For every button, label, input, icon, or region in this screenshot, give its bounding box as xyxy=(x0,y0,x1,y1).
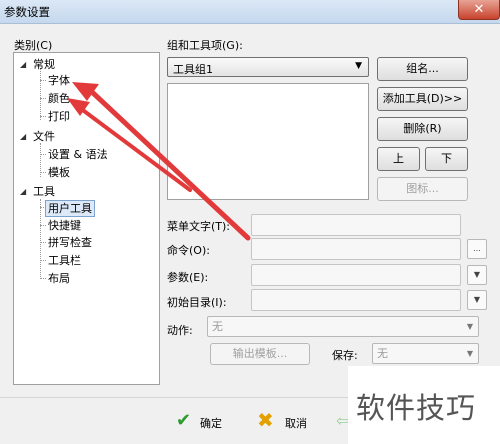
browse-command-button[interactable]: ... xyxy=(467,239,487,259)
tree-connector xyxy=(40,98,46,99)
tree-group-file[interactable]: 文件 xyxy=(33,129,55,144)
tree-group-tools[interactable]: 工具 xyxy=(33,184,55,199)
dropdown-arrow-icon: ▼ xyxy=(466,349,473,358)
tree-item-user-tools[interactable]: 用户工具 xyxy=(45,200,95,217)
tree-item-spellcheck[interactable]: 拼写检查 xyxy=(48,235,92,250)
toolset-select[interactable]: 工具组1 ▼ xyxy=(167,57,369,77)
tree-connector xyxy=(40,278,46,279)
init-dir-menu-arrow-icon[interactable]: ▼ xyxy=(467,290,487,310)
expand-triangle-icon[interactable]: ◢ xyxy=(20,57,26,72)
move-down-button[interactable]: 下 xyxy=(425,147,468,171)
tree-connector xyxy=(40,225,46,226)
tree-connector xyxy=(40,242,46,243)
icon-button[interactable]: 图标... xyxy=(377,177,468,201)
output-template-button[interactable]: 输出模板... xyxy=(210,343,310,365)
tree-item-syntax[interactable]: 设置 & 语法 xyxy=(48,147,108,162)
cancel-button[interactable]: 取消 xyxy=(285,415,307,431)
watermark-text: 软件技巧 xyxy=(356,391,477,425)
toolset-label: 组和工具项(G): xyxy=(167,39,243,52)
action-select[interactable]: 无 ▼ xyxy=(207,316,479,337)
tree-connector xyxy=(40,68,41,120)
init-dir-label: 初始目录(I): xyxy=(167,296,227,309)
save-label: 保存: xyxy=(332,349,358,362)
action-value: 无 xyxy=(212,320,223,333)
init-dir-input[interactable] xyxy=(251,289,461,311)
dropdown-arrow-icon: ▼ xyxy=(355,61,362,71)
tree-item-toolbar[interactable]: 工具栏 xyxy=(48,253,81,268)
tree-connector xyxy=(40,172,46,173)
tree-connector xyxy=(40,116,46,117)
save-value: 无 xyxy=(377,347,388,360)
checkmark-icon: ✔ xyxy=(176,410,192,431)
tree-connector xyxy=(40,80,46,81)
menu-text-input[interactable] xyxy=(251,214,461,236)
tree-connector xyxy=(40,154,46,155)
expand-triangle-icon[interactable]: ◢ xyxy=(20,184,26,199)
group-name-button[interactable]: 组名... xyxy=(377,57,468,81)
save-select[interactable]: 无 ▼ xyxy=(372,343,479,364)
params-menu-arrow-icon[interactable]: ▼ xyxy=(467,265,487,285)
delete-button[interactable]: 删除(R) xyxy=(377,117,468,141)
move-up-button[interactable]: 上 xyxy=(377,147,420,171)
tree-item-template[interactable]: 模板 xyxy=(48,165,70,180)
action-label: 动作: xyxy=(167,324,193,337)
dropdown-arrow-icon: ▼ xyxy=(466,322,473,331)
expand-triangle-icon[interactable]: ◢ xyxy=(20,129,26,144)
ok-button[interactable]: 确定 xyxy=(200,415,222,431)
tree-item-print[interactable]: 打印 xyxy=(48,109,70,124)
tree-connector xyxy=(40,199,41,279)
toolset-value: 工具组1 xyxy=(173,63,213,76)
tree-item-font[interactable]: 字体 xyxy=(48,73,70,88)
cross-icon: ✖ xyxy=(257,408,274,432)
add-tool-button[interactable]: 添加工具(D)>> xyxy=(377,87,468,111)
tool-list[interactable] xyxy=(167,83,369,200)
params-input[interactable] xyxy=(251,264,461,286)
menu-text-label: 菜单文字(T): xyxy=(167,220,231,233)
close-button[interactable]: ✕ xyxy=(458,0,500,20)
category-tree[interactable]: ◢ 常规 字体 颜色 打印 ◢ 文件 设置 & 语法 模板 ◢ 工具 用户工具 … xyxy=(13,52,160,385)
command-label: 命令(O): xyxy=(167,244,210,257)
command-input[interactable] xyxy=(251,238,461,260)
tree-group-general[interactable]: 常规 xyxy=(33,57,55,72)
params-label: 参数(E): xyxy=(167,271,209,284)
tree-item-layout[interactable]: 布局 xyxy=(48,271,70,286)
category-label: 类别(C) xyxy=(14,39,53,52)
tree-connector xyxy=(40,260,46,261)
window-title: 参数设置 xyxy=(4,5,50,19)
tree-item-color[interactable]: 颜色 xyxy=(48,91,70,106)
tree-item-shortcuts[interactable]: 快捷键 xyxy=(48,218,81,233)
title-bar xyxy=(0,0,500,24)
